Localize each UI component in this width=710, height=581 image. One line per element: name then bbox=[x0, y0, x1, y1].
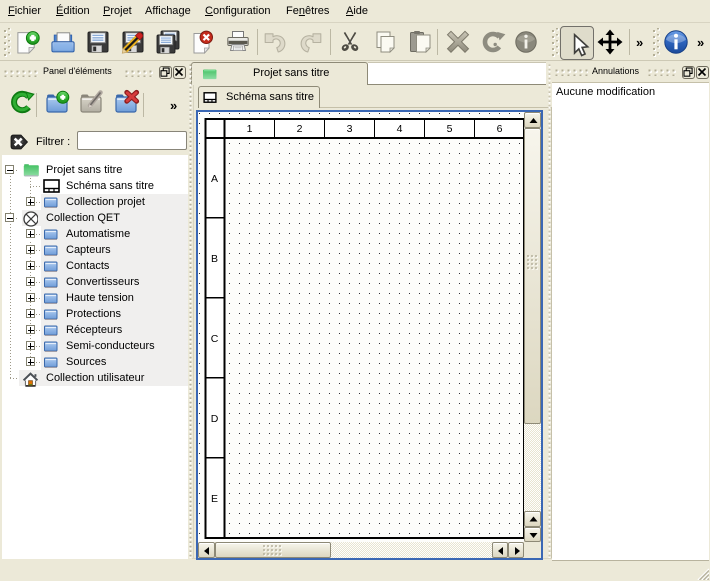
svg-text:E: E bbox=[211, 493, 218, 505]
svg-text:4: 4 bbox=[397, 123, 403, 135]
svg-text:6: 6 bbox=[497, 123, 503, 135]
svg-text:2: 2 bbox=[297, 123, 303, 135]
svg-text:A: A bbox=[211, 173, 218, 185]
svg-text:3: 3 bbox=[347, 123, 353, 135]
svg-text:C: C bbox=[211, 333, 219, 345]
svg-text:5: 5 bbox=[447, 123, 453, 135]
svg-text:1: 1 bbox=[247, 123, 253, 135]
svg-text:D: D bbox=[211, 413, 219, 425]
svg-text:B: B bbox=[211, 253, 218, 265]
